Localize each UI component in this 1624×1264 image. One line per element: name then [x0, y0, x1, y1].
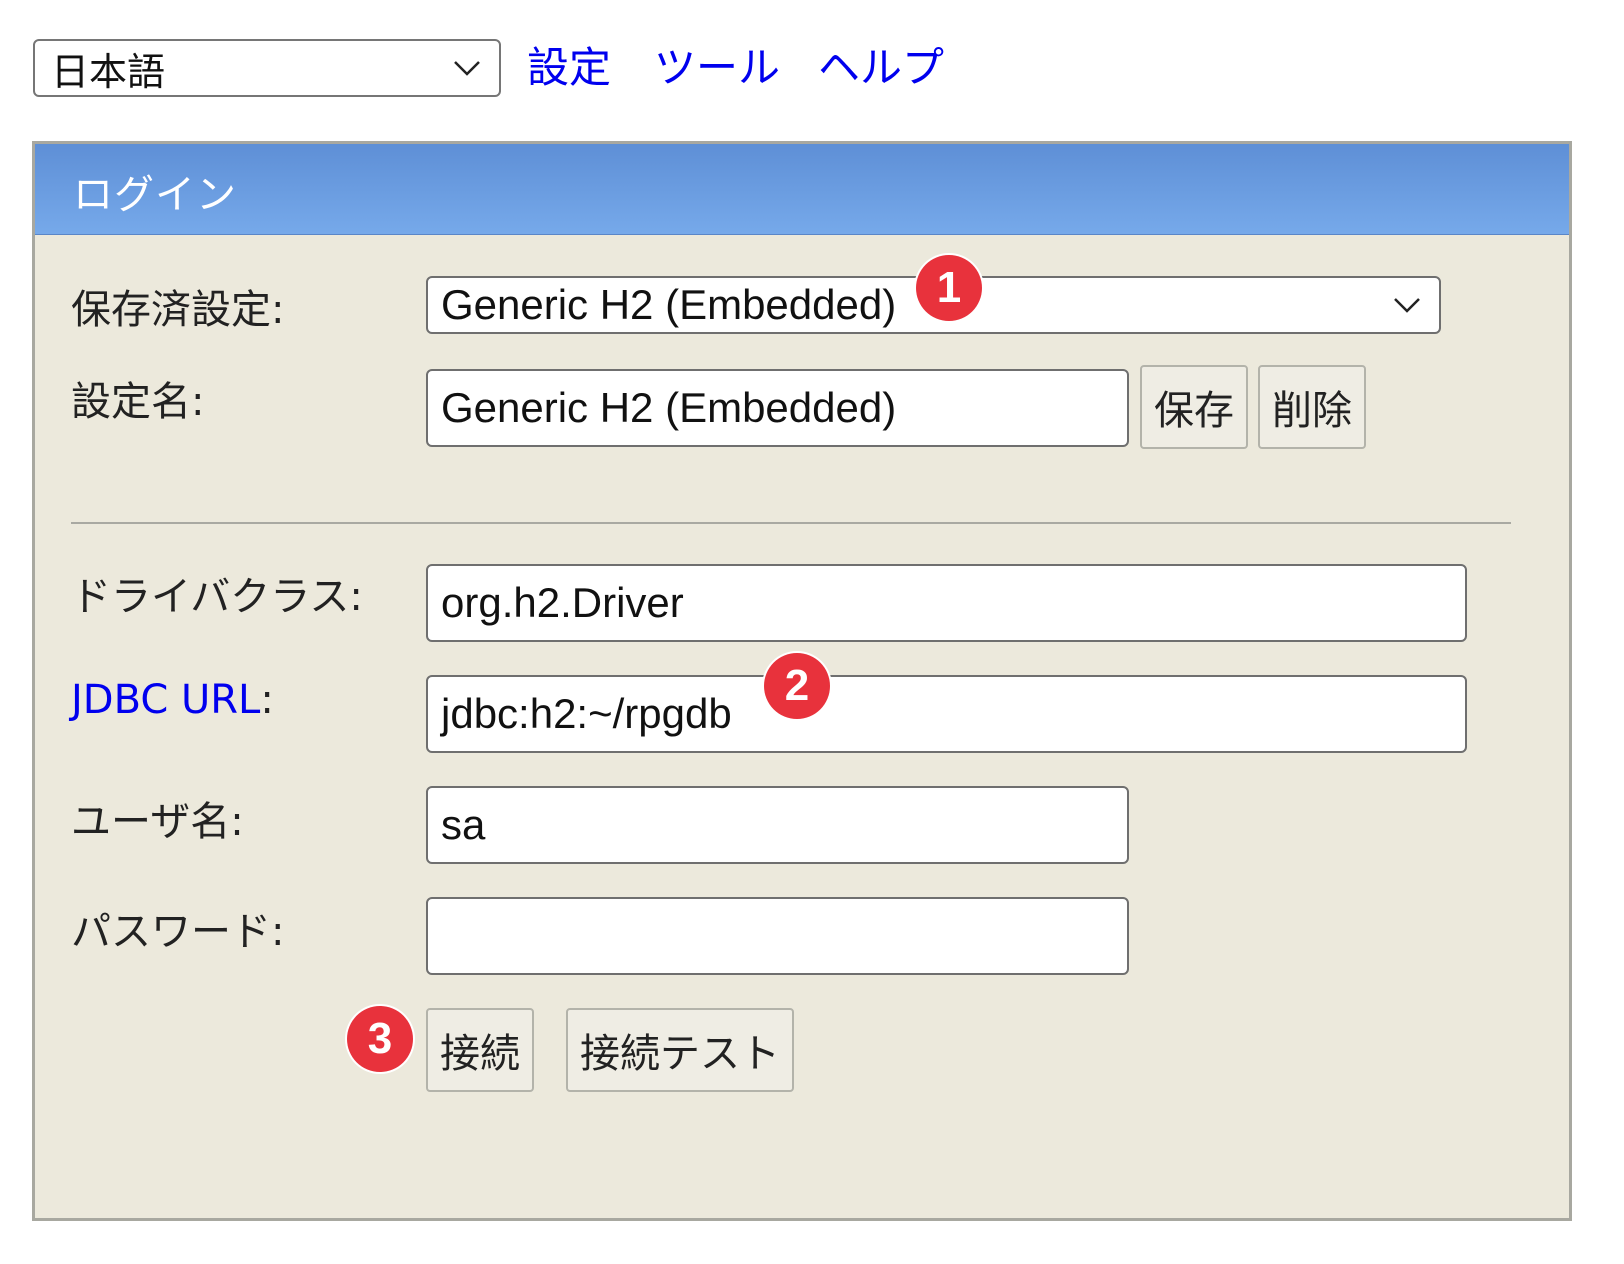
jdbc-url-colon: : — [260, 677, 274, 723]
panel-title: ログイン — [73, 172, 237, 218]
username-label: ユーザ名: — [71, 799, 244, 845]
help-link[interactable]: ヘルプ — [818, 40, 944, 96]
setting-name-input[interactable]: Generic H2 (Embedded) — [426, 369, 1129, 447]
panel-header: ログイン — [35, 144, 1569, 235]
driver-class-value: org.h2.Driver — [441, 579, 684, 626]
tools-link[interactable]: ツール — [654, 40, 780, 96]
test-connection-button[interactable]: 接続テスト — [566, 1008, 794, 1092]
driver-class-input[interactable]: org.h2.Driver — [426, 564, 1467, 642]
username-input[interactable]: sa — [426, 786, 1129, 864]
saved-settings-value: Generic H2 (Embedded) — [441, 281, 897, 328]
delete-button[interactable]: 削除 — [1258, 365, 1366, 449]
jdbc-url-link[interactable]: JDBC URL — [71, 677, 260, 723]
language-select[interactable]: 日本語 — [33, 39, 501, 97]
setting-name-value: Generic H2 (Embedded) — [441, 384, 897, 431]
setting-name-label: 設定名: — [71, 379, 205, 425]
marker-3: 3 — [347, 1006, 413, 1072]
password-label: パスワード: — [71, 909, 285, 955]
language-select-value: 日本語 — [51, 49, 166, 94]
settings-link[interactable]: 設定 — [527, 40, 611, 96]
chevron-down-icon — [1394, 298, 1420, 313]
marker-1: 1 — [916, 255, 982, 321]
password-input[interactable] — [426, 897, 1129, 975]
save-button[interactable]: 保存 — [1140, 365, 1248, 449]
jdbc-url-input[interactable]: jdbc:h2:~/rpgdb — [426, 675, 1467, 753]
username-value: sa — [441, 801, 486, 848]
marker-2: 2 — [764, 653, 830, 719]
jdbc-url-label: JDBC URL: — [71, 677, 274, 723]
jdbc-url-value: jdbc:h2:~/rpgdb — [441, 690, 732, 737]
connect-button[interactable]: 接続 — [426, 1008, 534, 1092]
driver-class-label: ドライバクラス: — [71, 574, 363, 620]
chevron-down-icon — [454, 61, 480, 76]
saved-settings-label: 保存済設定: — [71, 287, 285, 333]
divider — [71, 522, 1511, 524]
